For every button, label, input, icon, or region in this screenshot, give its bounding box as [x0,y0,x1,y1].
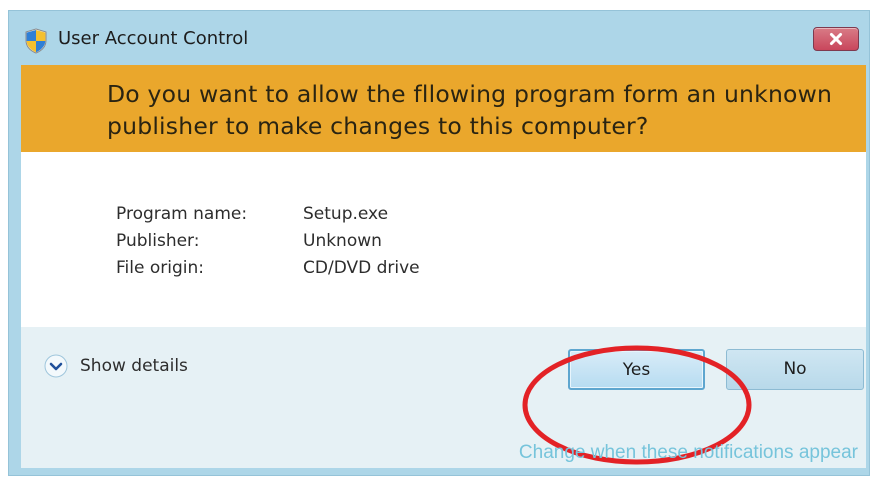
info-row-file-origin: File origin: CD/DVD drive [116,258,420,278]
change-notifications-link[interactable]: Change when these notifications appear [519,442,858,464]
shield-icon [25,28,47,54]
file-origin-label: File origin: [116,258,204,278]
no-button[interactable]: No [726,349,864,390]
program-name-label: Program name: [116,204,248,224]
title-bar: User Account Control [9,11,869,65]
window-title: User Account Control [58,28,249,49]
close-button[interactable] [813,27,859,51]
file-origin-value: CD/DVD drive [303,258,420,278]
warning-banner: Do you want to allow the fllowing progra… [21,65,866,152]
publisher-value: Unknown [303,231,382,251]
chevron-down-icon [44,354,68,378]
program-info-panel: Program name: Setup.exe Publisher: Unknown… [21,152,866,327]
info-row-program-name: Program name: Setup.exe [116,204,388,224]
banner-question: Do you want to allow the fllowing progra… [107,80,833,140]
info-row-publisher: Publisher: Unknown [116,231,382,251]
uac-dialog: User Account Control Do you want to allo… [8,10,870,476]
publisher-label: Publisher: [116,231,200,251]
dialog-content: Do you want to allow the fllowing progra… [21,65,866,468]
show-details-label: Show details [80,356,188,376]
close-icon [829,32,843,46]
yes-button[interactable]: Yes [568,349,705,390]
program-name-value: Setup.exe [303,204,389,224]
